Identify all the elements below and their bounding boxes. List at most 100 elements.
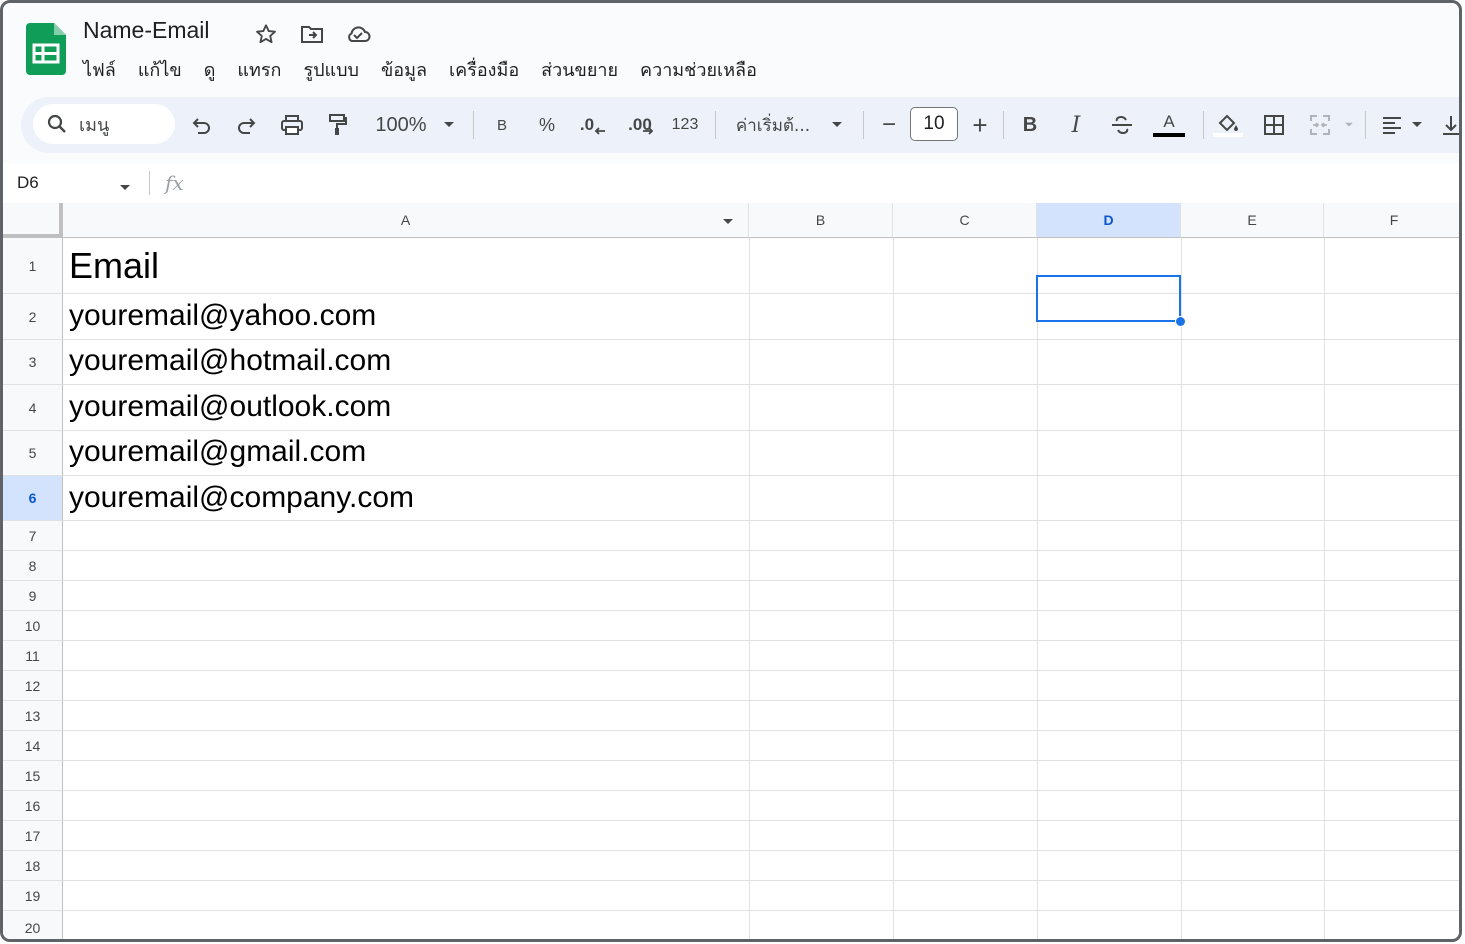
column-header-c[interactable]: C [893,203,1037,238]
font-caret-icon[interactable] [827,110,847,140]
row-header-3[interactable]: 3 [3,340,63,385]
row-header-20[interactable]: 20 [3,911,63,939]
menu-format[interactable]: รูปแบบ [303,55,359,84]
menu-search[interactable]: เมนู [33,104,175,144]
active-cell-d6[interactable] [1036,275,1181,322]
row-gridline [63,550,1459,551]
row-header-15[interactable]: 15 [3,761,63,791]
move-folder-icon[interactable] [295,19,329,49]
align-caret-icon[interactable] [1409,110,1425,140]
column-header-d[interactable]: D [1037,203,1181,238]
currency-format-button[interactable]: B [491,110,513,140]
row-header-9[interactable]: 9 [3,581,63,611]
column-header-b[interactable]: B [749,203,893,238]
menu-edit[interactable]: แก้ไข [138,55,182,84]
strikethrough-icon[interactable] [1107,110,1137,140]
zoom-select[interactable]: 100% [371,110,431,140]
menu-extensions[interactable]: ส่วนขยาย [541,55,618,84]
toolbar: เมนู 100% B % .0 .00 123 ค่าเริ่มต้... −… [21,97,1459,153]
increase-font-size-button[interactable]: + [969,110,991,140]
cloud-saved-icon[interactable] [341,19,375,49]
menu-data[interactable]: ข้อมูล [381,55,427,84]
row-gridline [63,760,1459,761]
menu-tools[interactable]: เครื่องมือ [449,55,519,84]
menu-bar: ไฟล์ แก้ไข ดู แทรก รูปแบบ ข้อมูล เครื่อง… [83,55,757,84]
fill-handle[interactable] [1175,316,1186,327]
row-header-12[interactable]: 12 [3,671,63,701]
row-gridline [63,910,1459,911]
paint-format-icon[interactable] [323,110,353,140]
row-header-19[interactable]: 19 [3,881,63,911]
zoom-caret-icon[interactable] [439,110,459,140]
print-icon[interactable] [277,110,307,140]
row-header-16[interactable]: 16 [3,791,63,821]
vertical-align-icon[interactable] [1439,110,1459,140]
row-gridline [63,820,1459,821]
menu-view[interactable]: ดู [204,55,216,84]
undo-icon[interactable] [187,110,217,140]
row-header-5[interactable]: 5 [3,431,63,476]
percent-format-button[interactable]: % [535,110,559,140]
row-header-17[interactable]: 17 [3,821,63,851]
cell-a6[interactable]: youremail@company.com [69,481,414,515]
formula-input[interactable] [203,171,1443,195]
select-all-corner[interactable] [3,203,63,238]
cell-a2[interactable]: youremail@yahoo.com [69,299,376,333]
font-size-input[interactable]: 10 [910,107,958,141]
name-box[interactable]: D6 [17,173,39,193]
menu-file[interactable]: ไฟล์ [83,55,116,84]
italic-button[interactable]: I [1063,110,1089,140]
row-header-10[interactable]: 10 [3,611,63,641]
more-formats-button[interactable]: 123 [669,110,701,140]
row-gridline [63,730,1459,731]
cell-a3[interactable]: youremail@hotmail.com [69,344,391,378]
row-gridline [63,880,1459,881]
text-color-letter: A [1163,111,1175,131]
star-icon[interactable] [249,19,283,49]
row-header-13[interactable]: 13 [3,701,63,731]
row-gridline [63,790,1459,791]
column-filter-caret-icon[interactable] [722,218,734,226]
arrow-left-icon [594,127,606,135]
row-header-7[interactable]: 7 [3,521,63,551]
document-title[interactable]: Name-Email [83,17,210,44]
row-gridline [63,640,1459,641]
column-header-a[interactable]: A [63,203,749,238]
column-header-f[interactable]: F [1324,203,1459,238]
sheets-logo-icon[interactable] [26,23,66,75]
row-gridline [63,475,1459,476]
row-header-14[interactable]: 14 [3,731,63,761]
borders-icon[interactable] [1259,110,1289,140]
formula-bar: D6 fx [3,163,1459,203]
fill-color-icon[interactable] [1211,110,1245,140]
row-gridline [63,520,1459,521]
app-window: Name-Email ไฟล์ แก้ไข ดู แทรก รูปแบบ ข้อ… [0,0,1462,942]
merge-cells-icon[interactable] [1305,110,1335,140]
font-family-select[interactable]: ค่าเริ่มต้... [733,110,813,140]
menu-search-placeholder: เมนู [79,114,110,136]
text-color-button[interactable]: A [1151,110,1187,140]
row-gridline [63,293,1459,294]
increase-decimal-button[interactable]: .00 [623,110,659,140]
arrow-right-icon [642,127,654,135]
row-header-8[interactable]: 8 [3,551,63,581]
row-header-18[interactable]: 18 [3,851,63,881]
name-box-caret-icon[interactable] [119,179,131,197]
cell-a1[interactable]: Email [69,245,159,287]
bold-button[interactable]: B [1017,110,1043,140]
horizontal-align-icon[interactable] [1377,110,1407,140]
decrease-decimal-button[interactable]: .0 [577,110,609,140]
row-header-11[interactable]: 11 [3,641,63,671]
cell-a4[interactable]: youremail@outlook.com [69,390,391,424]
row-header-6[interactable]: 6 [3,476,63,521]
cell-a5[interactable]: youremail@gmail.com [69,435,366,469]
row-header-4[interactable]: 4 [3,385,63,431]
menu-insert[interactable]: แทรก [237,55,281,84]
column-header-e[interactable]: E [1181,203,1324,238]
menu-help[interactable]: ความช่วยเหลือ [640,55,757,84]
row-header-2[interactable]: 2 [3,294,63,340]
merge-caret-icon[interactable] [1341,110,1357,140]
redo-icon[interactable] [231,110,261,140]
row-header-1[interactable]: 1 [3,238,63,294]
decrease-font-size-button[interactable]: − [879,110,899,140]
